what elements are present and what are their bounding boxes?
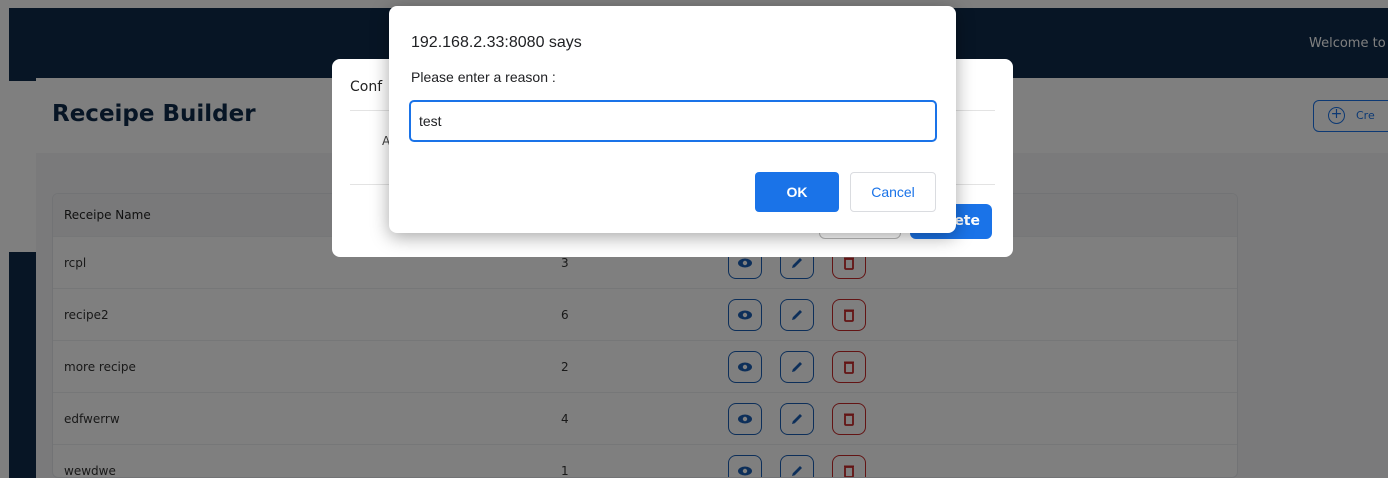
reason-input[interactable] bbox=[409, 100, 937, 142]
ok-button[interactable]: OK bbox=[755, 172, 839, 212]
cancel-button[interactable]: Cancel bbox=[850, 172, 936, 212]
confirm-modal-title: Conf bbox=[350, 79, 383, 95]
browser-prompt-dialog: 192.168.2.33:8080 says Please enter a re… bbox=[389, 6, 956, 233]
app-root: Welcome to Receipe Builder + Cre Receipe… bbox=[0, 0, 1388, 478]
prompt-origin: 192.168.2.33:8080 says bbox=[411, 34, 582, 51]
prompt-message: Please enter a reason : bbox=[411, 69, 556, 85]
confirm-delete-label: ete bbox=[954, 213, 980, 229]
